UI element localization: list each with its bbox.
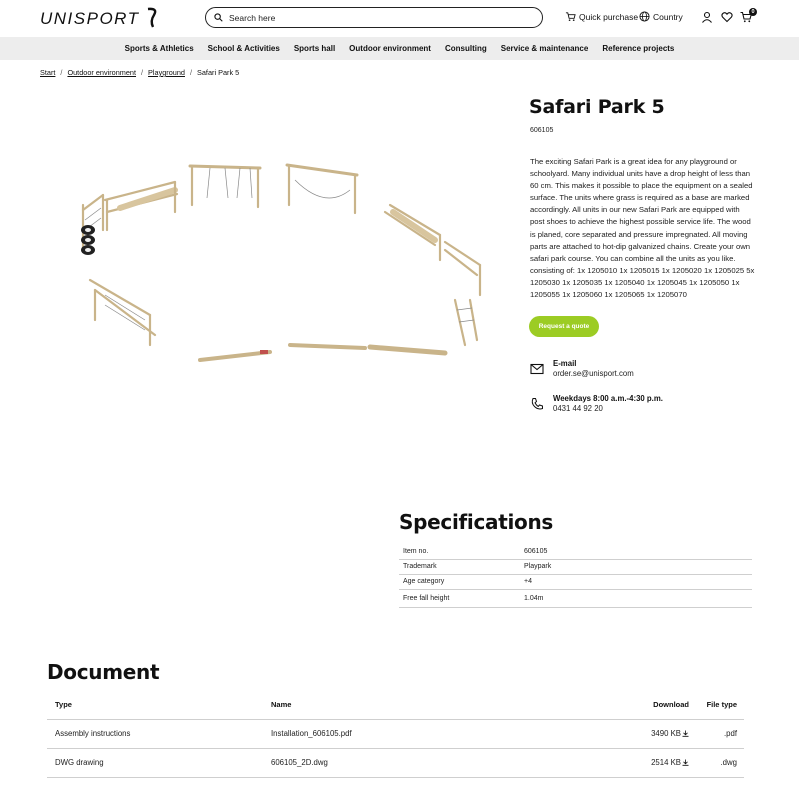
table-header-row: Type Name Download File type xyxy=(47,690,744,720)
spec-label: Free fall height xyxy=(399,589,520,608)
product-sku: 606105 xyxy=(530,127,554,134)
globe-icon xyxy=(639,11,650,22)
request-quote-button[interactable]: Request a quote xyxy=(529,316,599,337)
document-table: Type Name Download File type Assembly in… xyxy=(47,690,744,778)
doc-type: Assembly instructions xyxy=(47,719,271,749)
doc-size: 2514 KB xyxy=(651,758,681,767)
nav-item-consulting[interactable]: Consulting xyxy=(445,44,487,53)
search-input[interactable] xyxy=(229,12,509,23)
spec-value: 1.04m xyxy=(520,589,752,608)
document-title: Document xyxy=(47,660,160,684)
header-file-type: File type xyxy=(689,690,744,720)
hours-label: Weekdays 8:00 a.m.-4:30 p.m. xyxy=(553,394,663,403)
breadcrumb-start[interactable]: Start xyxy=(40,68,55,77)
nav-item-school-activities[interactable]: School & Activities xyxy=(208,44,280,53)
doc-name: Installation_606105.pdf xyxy=(271,719,571,749)
breadcrumb-current: Safari Park 5 xyxy=(197,68,240,77)
breadcrumb-outdoor-environment[interactable]: Outdoor environment xyxy=(67,68,136,77)
logo-text: UNISPORT xyxy=(40,9,140,28)
doc-ext: .pdf xyxy=(689,719,744,749)
main-nav: Sports & Athletics School & Activities S… xyxy=(0,37,799,60)
nav-item-service-maintenance[interactable]: Service & maintenance xyxy=(501,44,589,53)
country-selector[interactable]: Country xyxy=(639,11,683,22)
table-row: Free fall height 1.04m xyxy=(399,589,752,608)
country-label: Country xyxy=(653,11,683,22)
doc-type: DWG drawing xyxy=(47,748,271,778)
breadcrumb-playground[interactable]: Playground xyxy=(148,68,185,77)
product-description: The exciting Safari Park is a great idea… xyxy=(530,157,755,300)
email-value[interactable]: order.se@unisport.com xyxy=(553,369,634,378)
cart-count-badge: 0 xyxy=(749,8,757,16)
spec-label: Item no. xyxy=(399,544,520,560)
doc-size: 3490 KB xyxy=(651,729,681,738)
breadcrumb-separator: / xyxy=(189,68,192,77)
header-type: Type xyxy=(47,690,271,720)
mail-icon xyxy=(530,363,544,375)
site-header: UNISPORT Quick purchase Country 0 xyxy=(0,0,799,37)
heart-icon[interactable] xyxy=(721,11,733,23)
contact-email: E-mail order.se@unisport.com xyxy=(530,359,634,378)
spec-label: Trademark xyxy=(399,559,520,575)
download-icon[interactable] xyxy=(682,759,689,766)
table-row: Age category +4 xyxy=(399,574,752,590)
search-bar[interactable] xyxy=(205,7,543,28)
header-download: Download xyxy=(571,690,689,720)
breadcrumb: Start / Outdoor environment / Playground… xyxy=(40,68,239,77)
table-row: Assembly instructions Installation_60610… xyxy=(47,719,744,749)
nav-item-sports-athletics[interactable]: Sports & Athletics xyxy=(125,44,194,53)
contact-phone: Weekdays 8:00 a.m.-4:30 p.m. 0431 44 92 … xyxy=(530,394,663,413)
spec-label: Age category xyxy=(399,574,520,590)
nav-item-sports-hall[interactable]: Sports hall xyxy=(294,44,335,53)
spec-value: Playpark xyxy=(520,559,752,575)
quick-purchase-link[interactable]: Quick purchase xyxy=(565,11,638,22)
table-row: DWG drawing 606105_2D.dwg 2514 KB .dwg xyxy=(47,748,744,778)
spec-value: 606105 xyxy=(520,544,752,560)
product-title: Safari Park 5 xyxy=(529,96,665,118)
doc-download-link[interactable]: 3490 KB xyxy=(571,719,689,749)
phone-value[interactable]: 0431 44 92 20 xyxy=(553,404,663,413)
table-row: Trademark Playpark xyxy=(399,559,752,575)
email-label: E-mail xyxy=(553,359,577,368)
doc-download-link[interactable]: 2514 KB xyxy=(571,748,689,778)
nav-item-outdoor-environment[interactable]: Outdoor environment xyxy=(349,44,431,53)
specifications-table: Item no. 606105 Trademark Playpark Age c… xyxy=(399,544,752,608)
user-icon[interactable] xyxy=(701,11,713,23)
table-row: Item no. 606105 xyxy=(399,544,752,560)
cart-icon xyxy=(565,12,576,21)
search-icon xyxy=(214,13,223,22)
doc-ext: .dwg xyxy=(689,748,744,778)
breadcrumb-separator: / xyxy=(141,68,144,77)
breadcrumb-separator: / xyxy=(60,68,63,77)
header-name: Name xyxy=(271,690,571,720)
product-image xyxy=(81,163,482,362)
nav-item-reference-projects[interactable]: Reference projects xyxy=(602,44,674,53)
quick-purchase-label: Quick purchase xyxy=(579,11,639,22)
download-icon[interactable] xyxy=(682,730,689,737)
specifications-title: Specifications xyxy=(399,510,554,534)
phone-icon xyxy=(531,398,543,410)
doc-name: 606105_2D.dwg xyxy=(271,748,571,778)
unisport-logo[interactable]: UNISPORT xyxy=(40,6,160,30)
spec-value: +4 xyxy=(520,574,752,590)
